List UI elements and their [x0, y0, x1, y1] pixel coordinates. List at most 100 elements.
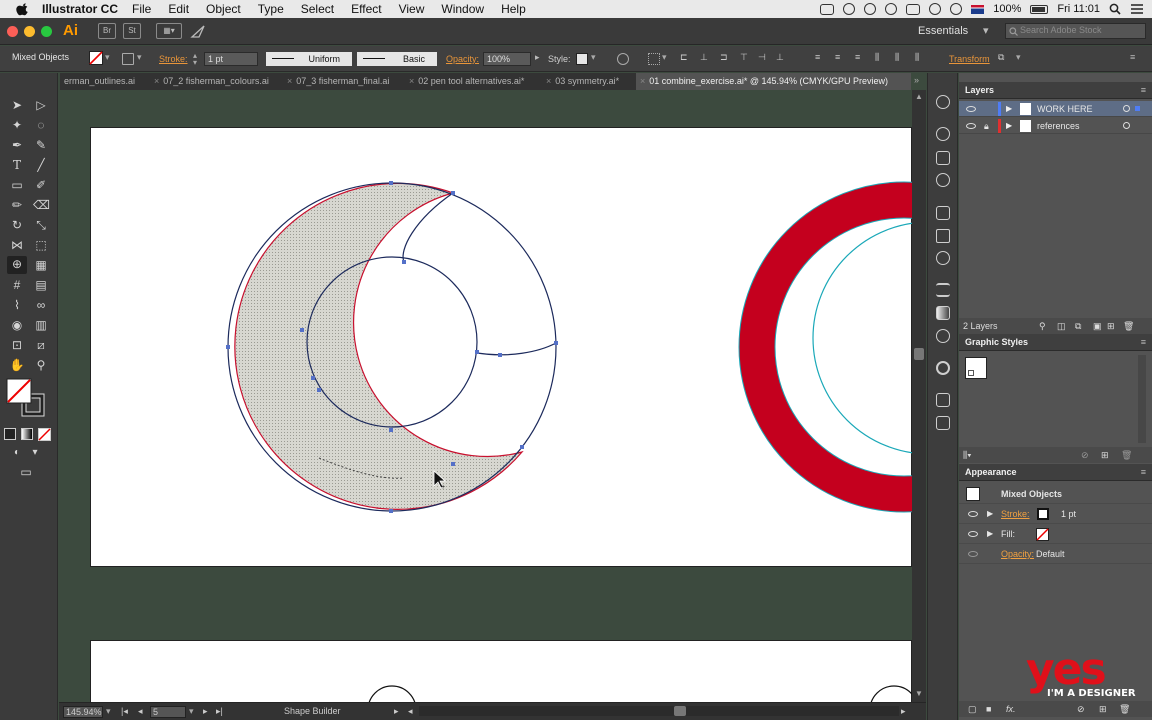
tab-close-icon[interactable]: × [546, 76, 551, 86]
anchor-point[interactable] [554, 341, 558, 345]
magic-wand-tool-icon[interactable]: ✦ [9, 117, 25, 133]
symbol-sprayer-tool-icon[interactable]: ◉ [9, 317, 25, 333]
selection-tool-icon[interactable]: ➤ [9, 97, 25, 113]
input-source-flag-icon[interactable] [971, 4, 985, 14]
hscroll-right-icon[interactable]: ▸ [901, 706, 906, 717]
brush-definition-dropdown[interactable]: Basic [357, 52, 437, 66]
stroke-label[interactable]: Stroke: [159, 54, 188, 64]
menu-effect[interactable]: Effect [351, 2, 381, 16]
tab-close-icon[interactable]: × [154, 76, 159, 86]
slice-tool-icon[interactable]: ⧄ [33, 337, 49, 353]
appearance-panel-icon[interactable] [936, 361, 950, 375]
graphic-styles-scrollbar[interactable] [1138, 355, 1146, 443]
graphic-style-libraries-icon[interactable]: ⫼▾ [963, 450, 972, 460]
vertical-scrollbar[interactable]: ▲ ▼ [912, 90, 926, 702]
menu-edit[interactable]: Edit [168, 2, 189, 16]
menu-window[interactable]: Window [441, 2, 484, 16]
color-mode-icon[interactable] [4, 428, 16, 440]
notification-center-icon[interactable] [1130, 3, 1144, 15]
right-connecting-curve[interactable] [476, 342, 557, 356]
expand-layer-icon[interactable]: ▶ [1006, 118, 1012, 134]
anchor-point[interactable] [389, 181, 393, 185]
distribute-left-icon[interactable]: ⫼ [875, 52, 879, 63]
new-layer-icon[interactable]: ⊞ [1107, 318, 1115, 334]
align-top-icon[interactable]: ⊤ [740, 52, 748, 63]
variable-width-profile-dropdown[interactable]: Uniform [266, 52, 352, 66]
free-transform-tool-icon[interactable]: ⬚ [33, 237, 49, 253]
curvature-tool-icon[interactable]: ✎ [33, 137, 49, 153]
swatches-panel-icon[interactable] [936, 206, 950, 220]
tab-document-5[interactable]: × 03 symmetry.ai* [542, 73, 634, 90]
rotate-tool-icon[interactable]: ↻ [9, 217, 25, 233]
visibility-eye-icon[interactable] [968, 511, 978, 517]
crescent-highlight-region[interactable] [234, 182, 524, 510]
links-panel-icon[interactable] [936, 95, 950, 109]
line-segment-tool-icon[interactable]: ╱ [33, 157, 49, 173]
width-tool-icon[interactable]: ⋈ [9, 237, 25, 253]
rectangle-tool-icon[interactable]: ▭ [9, 177, 25, 193]
reference-cyan-circle[interactable] [812, 222, 912, 454]
bottom-artboard-circle[interactable] [368, 685, 416, 702]
layer-name[interactable]: references [1037, 118, 1080, 134]
scale-tool-icon[interactable]: ⤡ [33, 217, 49, 233]
isolate-group-icon[interactable]: ⧉ [998, 52, 1004, 63]
first-artboard-icon[interactable]: |◂ [121, 706, 128, 717]
tab-document-active[interactable]: × 01 combine_exercise.ai* @ 145.94% (CMYK… [636, 73, 911, 90]
style-dropdown-icon[interactable]: ▾ [591, 52, 596, 63]
blend-tool-icon[interactable]: ∞ [33, 297, 49, 313]
export-assets-panel-icon[interactable] [936, 393, 950, 407]
stock-button[interactable]: St [123, 23, 141, 39]
distribute-top-icon[interactable]: ≡ [815, 52, 820, 62]
anchor-point[interactable] [389, 509, 393, 513]
graphic-styles-panel-header[interactable]: Graphic Styles ≡ [959, 334, 1152, 351]
anchor-point[interactable] [498, 353, 502, 357]
fill-none-swatch-icon[interactable] [1036, 528, 1049, 541]
tabs-overflow-icon[interactable]: » [914, 75, 919, 85]
anchor-point[interactable] [402, 260, 406, 264]
change-screen-mode-icon[interactable]: ▾ [27, 445, 43, 461]
visibility-eye-icon[interactable] [966, 106, 976, 112]
align-vertical-center-icon[interactable]: ⊣ [758, 52, 766, 63]
appearance-panel-header[interactable]: Appearance ≡ [959, 464, 1152, 481]
stroke-swatch[interactable] [1037, 508, 1049, 520]
anchor-point[interactable] [451, 191, 455, 195]
bridge-button[interactable]: Br [98, 23, 116, 39]
appearance-panel-menu-icon[interactable]: ≡ [1141, 464, 1146, 481]
add-new-effect-icon[interactable]: fx. [1006, 701, 1016, 717]
scroll-up-icon[interactable]: ▲ [915, 92, 923, 101]
align-to-dropdown-icon[interactable]: ▾ [662, 52, 667, 63]
target-icon[interactable] [1123, 122, 1130, 129]
symbols-panel-icon[interactable] [936, 251, 950, 265]
layer-row-work-here[interactable]: ▶ WORK HERE [959, 101, 1152, 117]
delete-layer-icon[interactable]: 🗑︎ [1123, 318, 1134, 334]
next-artboard-icon[interactable]: ▸ [203, 706, 208, 717]
fill-dropdown-icon[interactable]: ▾ [105, 52, 110, 63]
color-panel-icon[interactable] [936, 127, 950, 141]
clock[interactable]: Fri 11:01 [1057, 3, 1100, 15]
anchor-point[interactable] [300, 328, 304, 332]
screen-mode-icon[interactable]: ▭ [18, 464, 34, 480]
stroke-weight-field[interactable]: 1 pt [204, 52, 258, 66]
scrollbar-thumb[interactable] [914, 348, 924, 360]
opacity-label[interactable]: Opacity: [446, 54, 479, 64]
visibility-eye-icon[interactable] [968, 531, 978, 537]
align-to-selection-icon[interactable] [648, 53, 660, 65]
distribute-hcenter-icon[interactable]: ⫼ [895, 52, 899, 63]
anchor-point[interactable] [389, 428, 393, 432]
control-panel-menu-icon[interactable]: ≡ [1130, 52, 1135, 62]
gpu-performance-icon[interactable] [190, 23, 206, 39]
transform-link[interactable]: Transform [949, 54, 990, 64]
arrange-documents-button[interactable]: ▦▾ [156, 23, 182, 39]
previous-artboard-icon[interactable]: ◂ [138, 706, 143, 717]
menu-type[interactable]: Type [258, 2, 284, 16]
brushes-panel-icon[interactable] [936, 229, 950, 243]
layers-panel-header[interactable]: Layers ≡ [959, 82, 1152, 99]
opacity-label[interactable]: Opacity: [1001, 544, 1034, 564]
artboard-tool-icon[interactable]: ⊡ [9, 337, 25, 353]
spotlight-search-icon[interactable] [1109, 3, 1121, 15]
tab-close-icon[interactable]: × [409, 76, 414, 86]
battery-percent[interactable]: 100% [993, 3, 1021, 15]
expand-layer-icon[interactable]: ▶ [1006, 101, 1012, 117]
stroke-swatch-icon[interactable] [122, 53, 134, 65]
graphic-style-swatch[interactable] [576, 53, 588, 65]
